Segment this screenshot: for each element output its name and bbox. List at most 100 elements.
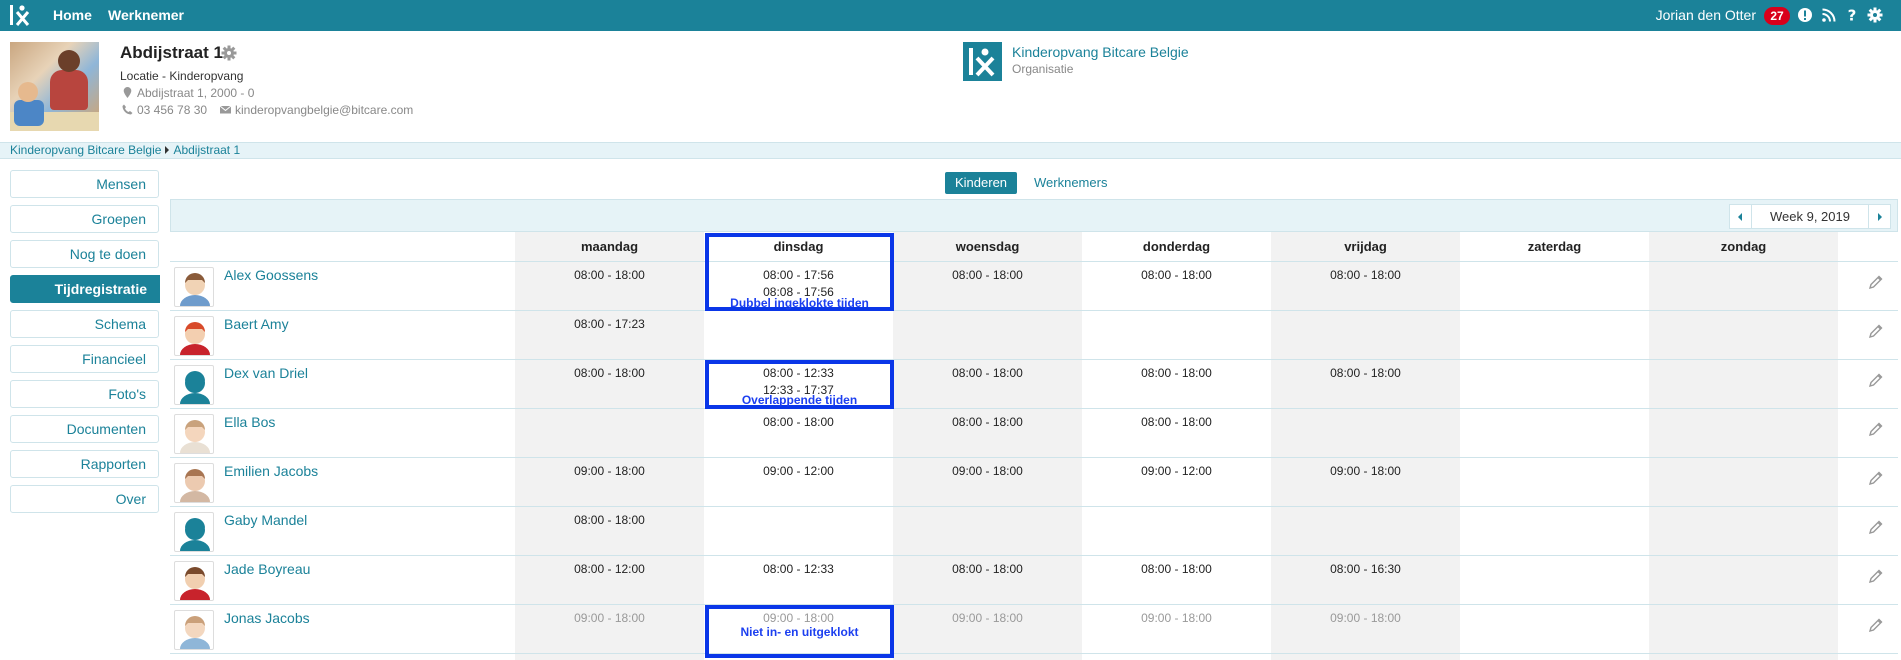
time-cell[interactable]: 08:00 - 16:30 [1271, 561, 1460, 578]
child-name[interactable]: Jonas Jacobs [224, 610, 310, 626]
time-cell[interactable]: 08:00 - 18:00 [893, 267, 1082, 284]
day-header-vrijdag: vrijdag [1344, 239, 1387, 254]
sidebar-item-schema[interactable]: Schema [10, 310, 159, 338]
rss-icon[interactable] [1821, 7, 1837, 23]
time-cell[interactable]: 09:00 - 12:00 [1082, 463, 1271, 480]
edit-pencil-icon[interactable] [1868, 274, 1884, 290]
time-cell[interactable]: 08:00 - 18:00 [1271, 365, 1460, 382]
child-avatar[interactable] [174, 561, 214, 601]
sidebar-item-rapporten[interactable]: Rapporten [10, 450, 159, 478]
time-range: 08:00 - 18:00 [1141, 562, 1212, 576]
sidebar-item-documenten[interactable]: Documenten [10, 415, 159, 443]
next-week-icon[interactable] [1868, 205, 1890, 228]
time-cell[interactable]: 08:00 - 12:33 [704, 561, 893, 578]
day-header-zondag: zondag [1720, 239, 1767, 254]
table-row: Jonas Jacobs 09:00 - 18:00 09:00 - 18:00 09… [170, 605, 1898, 654]
bitcare-logo[interactable] [8, 3, 34, 27]
time-cell[interactable]: 08:00 - 18:00 [1082, 414, 1271, 431]
child-avatar[interactable] [174, 316, 214, 356]
sidebar-item-financieel[interactable]: Financieel [10, 345, 159, 373]
child-avatar[interactable] [174, 414, 214, 454]
nav-werknemer[interactable]: Werknemer [108, 0, 184, 31]
alert-icon[interactable] [1797, 7, 1813, 23]
child-name[interactable]: Gaby Mandel [224, 512, 307, 528]
previous-week-icon[interactable] [1730, 205, 1752, 228]
time-range: 09:00 - 18:00 [1330, 464, 1401, 478]
edit-pencil-icon[interactable] [1868, 323, 1884, 339]
sidebar-item-groepen[interactable]: Groepen [10, 205, 159, 233]
child-name[interactable]: Dex van Driel [224, 365, 308, 381]
location-settings-icon[interactable] [221, 45, 237, 61]
time-cell[interactable]: 08:00 - 18:00 [893, 365, 1082, 382]
time-cell[interactable]: 08:00 - 18:00 [704, 414, 893, 431]
day-header-donderdag: donderdag [1142, 239, 1211, 254]
help-icon[interactable]: ? [1844, 7, 1860, 23]
tab-werknemers[interactable]: Werknemers [1024, 172, 1117, 194]
time-cell[interactable]: 08:00 - 18:00 [1271, 267, 1460, 284]
child-avatar[interactable] [174, 267, 214, 307]
time-cell[interactable]: 08:00 - 18:00 [515, 267, 704, 284]
organisation-label: Organisatie [1012, 62, 1074, 76]
child-name[interactable]: Baert Amy [224, 316, 289, 332]
child-avatar[interactable] [174, 463, 214, 503]
time-cell[interactable]: 09:00 - 18:00 [1082, 610, 1271, 627]
child-avatar[interactable] [174, 610, 214, 650]
user-name[interactable]: Jorian den Otter [1656, 0, 1756, 31]
edit-pencil-icon[interactable] [1868, 568, 1884, 584]
time-cell[interactable]: 09:00 - 18:00 [893, 463, 1082, 480]
child-photo-icon [180, 567, 210, 600]
sidebar-item-mensen[interactable]: Mensen [10, 170, 159, 198]
time-cell[interactable]: 08:00 - 12:00 [515, 561, 704, 578]
time-range: 08:00 - 18:00 [1141, 268, 1212, 282]
child-name[interactable]: Ella Bos [224, 414, 275, 430]
child-name[interactable]: Jade Boyreau [224, 561, 310, 577]
time-cell[interactable]: 09:00 - 18:00 [1271, 463, 1460, 480]
notification-badge[interactable]: 27 [1764, 7, 1790, 25]
location-email[interactable]: kinderopvangbelgie@bitcare.com [220, 103, 413, 117]
time-cell[interactable]: 08:00 - 18:00 [515, 512, 704, 529]
edit-pencil-icon[interactable] [1868, 470, 1884, 486]
svg-text:?: ? [1848, 7, 1857, 23]
sidebar-item-fotos[interactable]: Foto's [10, 380, 159, 408]
tab-kinderen[interactable]: Kinderen [945, 172, 1018, 194]
child-name[interactable]: Alex Goossens [224, 267, 318, 283]
time-range: 08:00 - 16:30 [1330, 562, 1401, 576]
child-avatar[interactable] [174, 365, 214, 405]
time-cell[interactable]: 09:00 - 12:00 [704, 463, 893, 480]
nav-home[interactable]: Home [53, 0, 92, 31]
edit-pencil-icon[interactable] [1868, 519, 1884, 535]
breadcrumb-organisation[interactable]: Kinderopvang Bitcare Belgie [10, 143, 161, 157]
location-phone[interactable]: 03 456 78 30 [122, 103, 207, 117]
breadcrumb-location[interactable]: Abdijstraat 1 [173, 143, 240, 157]
time-cell[interactable]: 08:00 - 18:00 [1082, 561, 1271, 578]
organisation-name[interactable]: Kinderopvang Bitcare Belgie [1012, 44, 1189, 60]
gear-icon[interactable] [1867, 7, 1883, 23]
sidebar-item-nog-te-doen[interactable]: Nog te doen [10, 240, 159, 268]
time-cell[interactable]: 08:00 - 18:00 [893, 414, 1082, 431]
edit-pencil-icon[interactable] [1868, 372, 1884, 388]
time-cell[interactable]: 09:00 - 18:00 [893, 610, 1082, 627]
edit-pencil-icon[interactable] [1868, 421, 1884, 437]
time-cell[interactable]: 08:00 - 18:00 [515, 365, 704, 382]
edit-pencil-icon[interactable] [1868, 617, 1884, 633]
time-cell[interactable]: 09:00 - 18:00 [515, 610, 704, 627]
organisation-logo[interactable] [963, 42, 1002, 81]
child-photo-icon [180, 322, 210, 355]
week-label[interactable]: Week 9, 2019 [1752, 205, 1868, 228]
time-cell[interactable]: 08:00 - 18:00 [1082, 267, 1271, 284]
phone-icon [122, 104, 133, 115]
child-photo-icon [180, 616, 210, 649]
time-cell[interactable]: 09:00 - 18:00 [1271, 610, 1460, 627]
time-cell[interactable]: 08:00 - 18:00 [893, 561, 1082, 578]
sidebar-item-over[interactable]: Over [10, 485, 159, 513]
location-type: Locatie - Kinderopvang [120, 69, 244, 83]
breadcrumb-separator-icon [165, 146, 170, 154]
time-cell[interactable]: 08:00 - 18:00 [1082, 365, 1271, 382]
time-cell[interactable]: 08:00 - 17:23 [515, 316, 704, 333]
time-cell[interactable]: 09:00 - 18:00 [515, 463, 704, 480]
child-avatar[interactable] [174, 512, 214, 552]
sidebar-item-tijdregistratie[interactable]: Tijdregistratie [10, 275, 160, 303]
child-name[interactable]: Emilien Jacobs [224, 463, 318, 479]
table-row: Emilien Jacobs 09:00 - 18:00 09:00 - 12:00… [170, 458, 1898, 507]
time-range: 09:00 - 18:00 [1330, 611, 1401, 625]
